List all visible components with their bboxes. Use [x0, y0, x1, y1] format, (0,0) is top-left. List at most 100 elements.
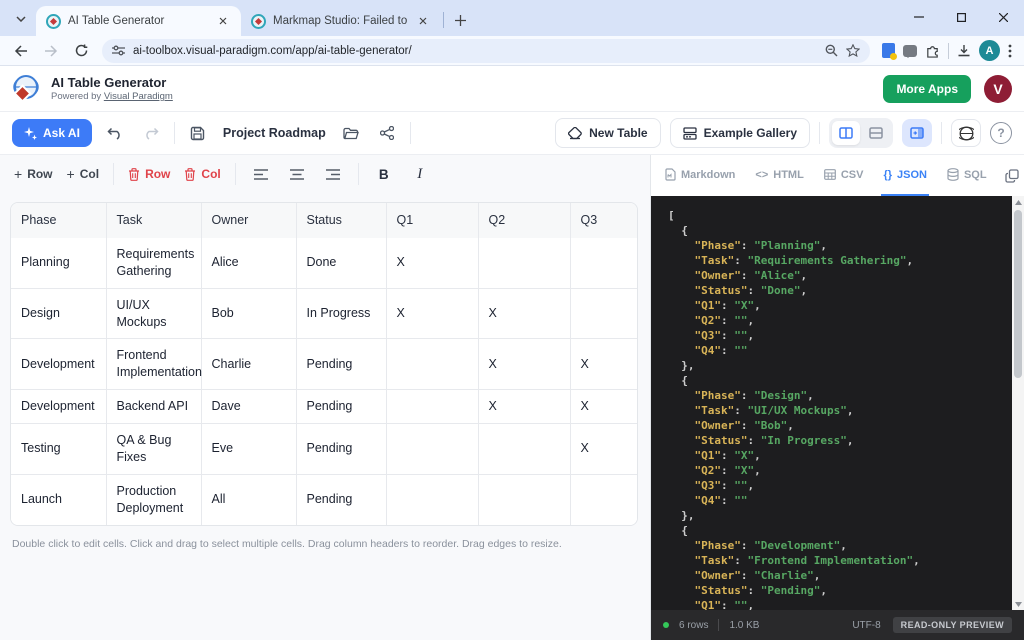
table-cell[interactable]: Bob: [201, 288, 296, 339]
browser-tab-active[interactable]: AI Table Generator: [36, 6, 241, 36]
column-header[interactable]: Q2: [478, 203, 570, 238]
split-vertical-button[interactable]: [832, 121, 860, 145]
table-cell[interactable]: [478, 474, 570, 524]
table-cell[interactable]: Backend API: [106, 390, 201, 424]
table-cell[interactable]: Done: [296, 238, 386, 288]
table-cell[interactable]: Design: [11, 288, 106, 339]
add-row-button[interactable]: + Row: [14, 166, 53, 182]
table-cell[interactable]: X: [478, 390, 570, 424]
open-folder-icon[interactable]: [338, 120, 364, 146]
tab-close-icon[interactable]: [215, 13, 231, 29]
table-cell[interactable]: [386, 339, 478, 390]
redo-icon[interactable]: [138, 120, 164, 146]
table-cell[interactable]: Eve: [201, 424, 296, 475]
table-cell[interactable]: [386, 424, 478, 475]
undo-icon[interactable]: [102, 120, 128, 146]
align-right-icon[interactable]: [322, 163, 344, 185]
extensions-puzzle-icon[interactable]: [925, 43, 940, 58]
table-cell[interactable]: UI/UX Mockups: [106, 288, 201, 339]
table-cell[interactable]: [570, 474, 638, 524]
table-cell[interactable]: Planning: [11, 238, 106, 288]
table-cell[interactable]: Dave: [201, 390, 296, 424]
minimize-button[interactable]: [898, 0, 940, 34]
save-icon[interactable]: [185, 120, 211, 146]
table-cell[interactable]: X: [478, 288, 570, 339]
docs-extension-icon[interactable]: [882, 43, 895, 58]
tab-sql[interactable]: SQL: [945, 155, 989, 196]
table-cell[interactable]: Charlie: [201, 339, 296, 390]
table-cell[interactable]: [478, 424, 570, 475]
tab-close-icon[interactable]: [415, 13, 431, 29]
json-code[interactable]: [ { "Phase": "Planning", "Task": "Requir…: [651, 196, 1012, 610]
column-header[interactable]: Status: [296, 203, 386, 238]
column-header[interactable]: Task: [106, 203, 201, 238]
table-cell[interactable]: Pending: [296, 424, 386, 475]
table-cell[interactable]: [478, 238, 570, 288]
table-cell[interactable]: Alice: [201, 238, 296, 288]
table-cell[interactable]: Production Deployment: [106, 474, 201, 524]
maximize-button[interactable]: [940, 0, 982, 34]
share-icon[interactable]: [374, 120, 400, 146]
table-cell[interactable]: Development: [11, 339, 106, 390]
column-header[interactable]: Q1: [386, 203, 478, 238]
italic-button[interactable]: I: [409, 163, 431, 185]
tab-markdown[interactable]: Markdown: [663, 155, 737, 196]
language-globe-button[interactable]: [951, 119, 981, 147]
code-scrollbar[interactable]: [1012, 196, 1024, 610]
column-header[interactable]: Phase: [11, 203, 106, 238]
table-cell[interactable]: Development: [11, 390, 106, 424]
scroll-down-icon[interactable]: [1012, 598, 1024, 610]
reload-icon[interactable]: [68, 38, 94, 64]
delete-row-button[interactable]: Row: [128, 167, 170, 181]
toggle-right-panel-button[interactable]: [902, 119, 932, 147]
table-cell[interactable]: X: [386, 288, 478, 339]
column-header[interactable]: Q3: [570, 203, 638, 238]
table-cell[interactable]: X: [570, 424, 638, 475]
url-text[interactable]: ai-toolbox.visual-paradigm.com/app/ai-ta…: [133, 45, 817, 57]
table-cell[interactable]: All: [201, 474, 296, 524]
browser-profile-avatar[interactable]: A: [979, 40, 1000, 61]
tab-csv[interactable]: CSV: [822, 155, 866, 196]
site-settings-icon[interactable]: [112, 45, 125, 56]
menu-dots-icon[interactable]: [1008, 44, 1012, 58]
tab-json[interactable]: {} JSON: [881, 155, 929, 196]
table-cell[interactable]: Requirements Gathering: [106, 238, 201, 288]
table-cell[interactable]: Pending: [296, 474, 386, 524]
document-title[interactable]: Project Roadmap: [221, 126, 328, 140]
close-button[interactable]: [982, 0, 1024, 34]
column-header[interactable]: Owner: [201, 203, 296, 238]
downloads-icon[interactable]: [957, 44, 971, 58]
visual-paradigm-link[interactable]: Visual Paradigm: [104, 91, 173, 102]
delete-col-button[interactable]: Col: [184, 167, 220, 181]
example-gallery-button[interactable]: Example Gallery: [670, 118, 810, 148]
split-horizontal-button[interactable]: [862, 121, 890, 145]
align-center-icon[interactable]: [286, 163, 308, 185]
align-left-icon[interactable]: [250, 163, 272, 185]
table-cell[interactable]: Frontend Implementation: [106, 339, 201, 390]
table-cell[interactable]: X: [386, 238, 478, 288]
table-cell[interactable]: Pending: [296, 390, 386, 424]
bold-button[interactable]: B: [373, 163, 395, 185]
table-cell[interactable]: [386, 474, 478, 524]
table-cell[interactable]: X: [478, 339, 570, 390]
ask-ai-button[interactable]: Ask AI: [12, 119, 92, 147]
user-avatar[interactable]: V: [984, 75, 1012, 103]
table-cell[interactable]: Launch: [11, 474, 106, 524]
tab-search-icon[interactable]: [8, 8, 34, 30]
table-cell[interactable]: QA & Bug Fixes: [106, 424, 201, 475]
new-tab-button[interactable]: [448, 8, 472, 32]
forward-icon[interactable]: [38, 38, 64, 64]
table-cell[interactable]: X: [570, 339, 638, 390]
add-col-button[interactable]: + Col: [67, 166, 100, 182]
table-cell[interactable]: In Progress: [296, 288, 386, 339]
table-cell[interactable]: Testing: [11, 424, 106, 475]
browser-tab-inactive[interactable]: Markmap Studio: Failed to oper: [241, 6, 441, 36]
url-bar[interactable]: ai-toolbox.visual-paradigm.com/app/ai-ta…: [102, 39, 870, 63]
bookmark-star-icon[interactable]: [846, 44, 860, 57]
scrollbar-thumb[interactable]: [1014, 210, 1022, 378]
zoom-icon[interactable]: [825, 44, 838, 57]
more-apps-button[interactable]: More Apps: [883, 75, 971, 103]
table-cell[interactable]: [570, 288, 638, 339]
new-table-button[interactable]: New Table: [555, 118, 660, 148]
scroll-up-icon[interactable]: [1012, 196, 1024, 208]
